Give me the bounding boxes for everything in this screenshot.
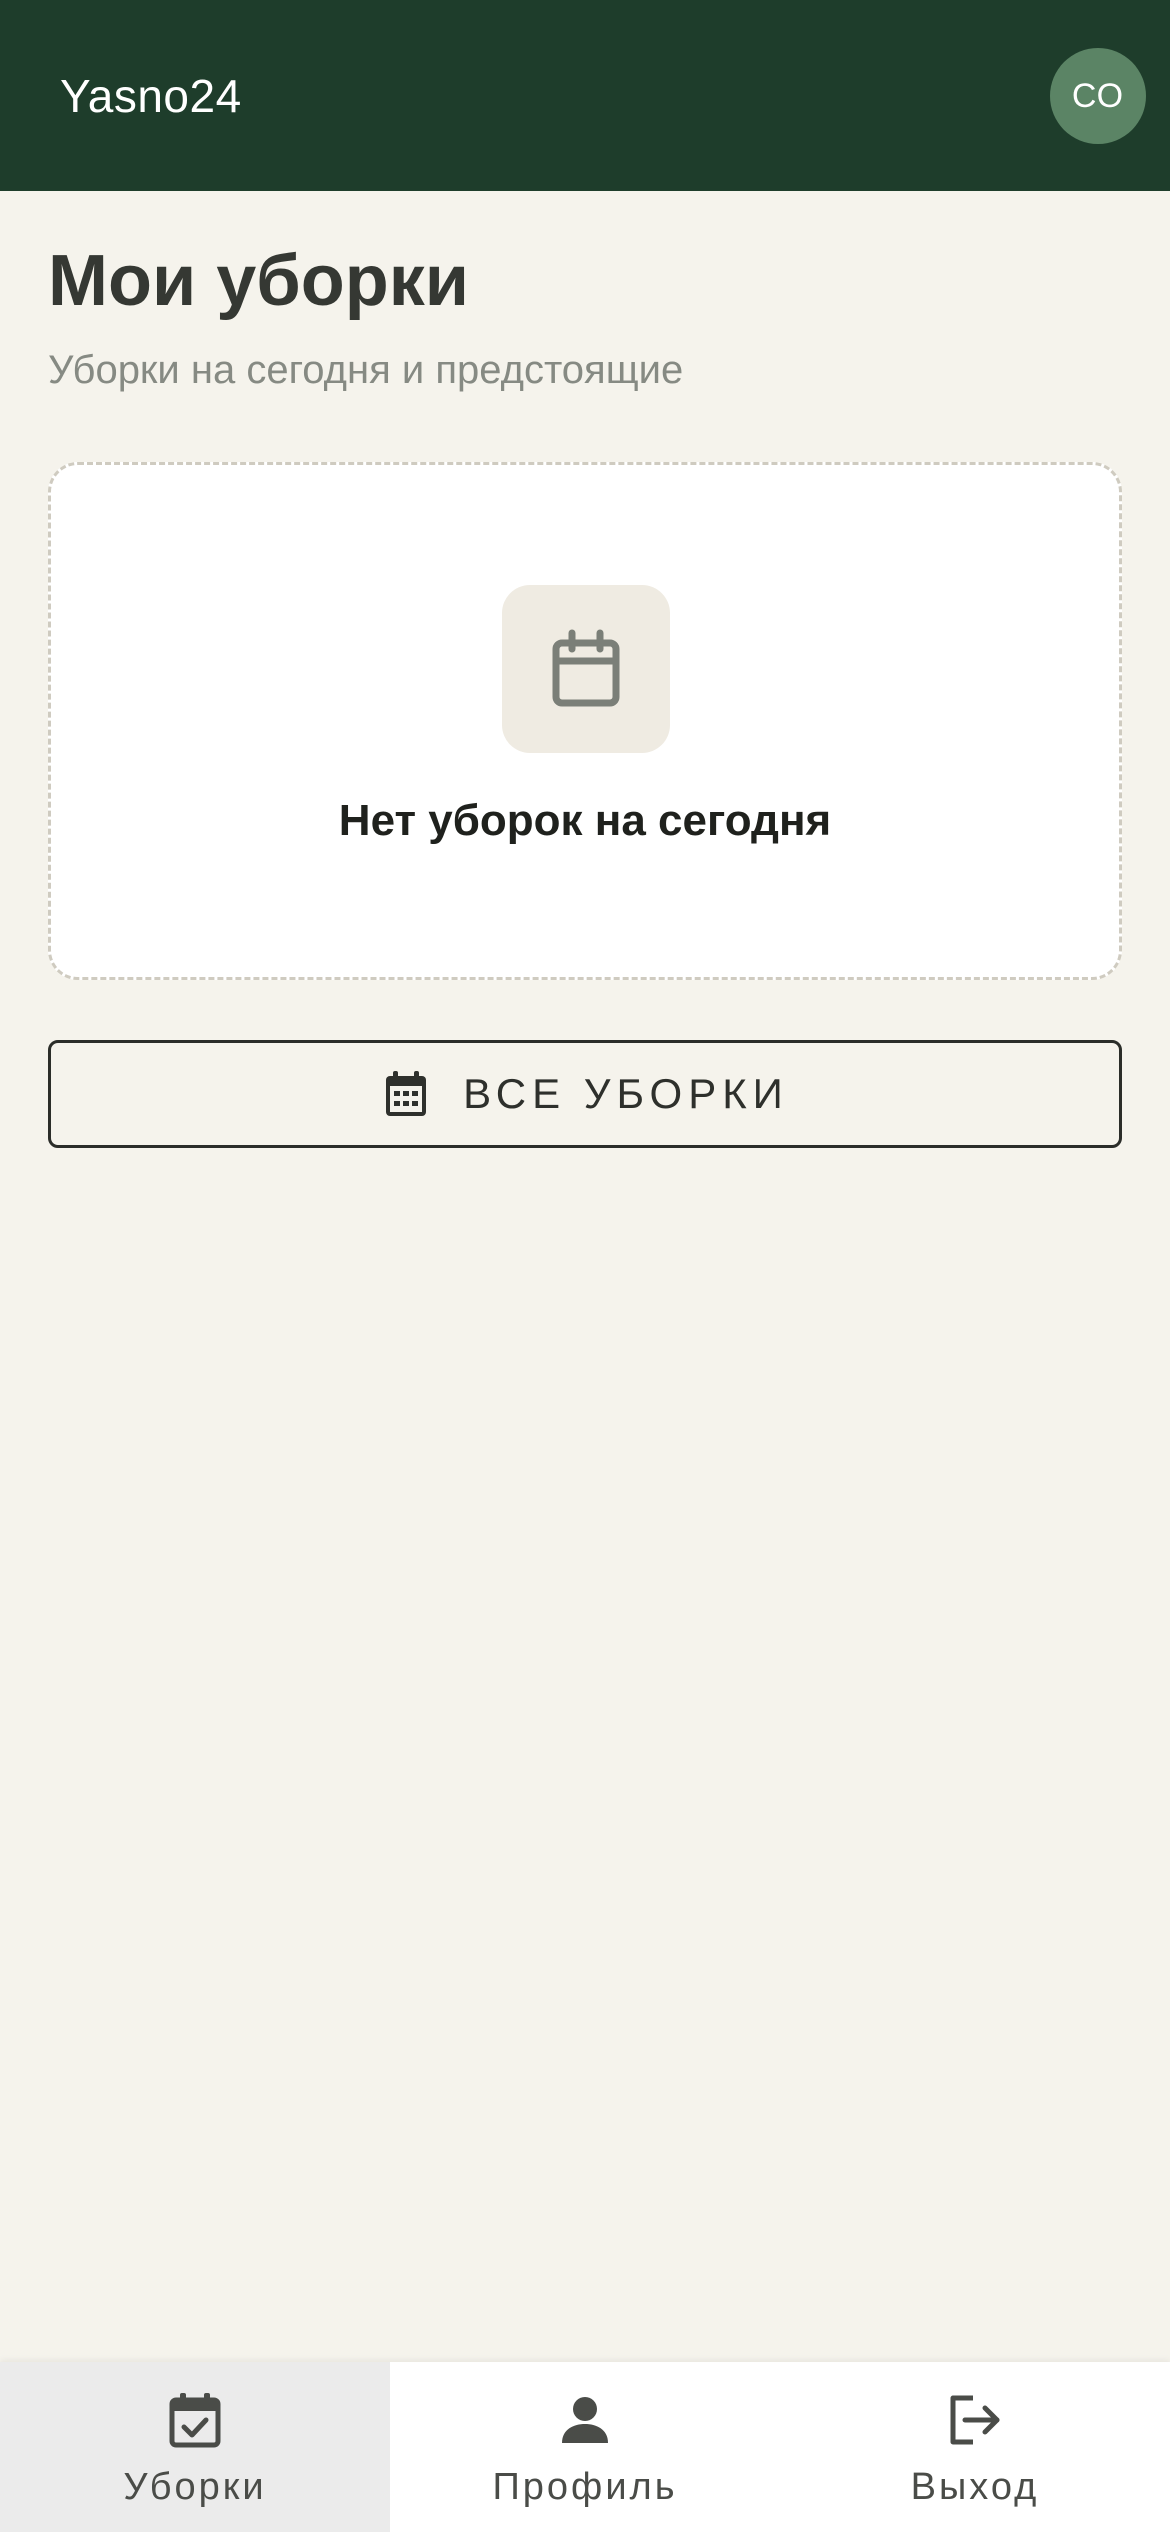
- empty-state-icon-box: [502, 585, 670, 753]
- nav-item-logout[interactable]: Выход: [780, 2362, 1170, 2532]
- nav-item-profile[interactable]: Профиль: [390, 2362, 780, 2532]
- empty-state-card: Нет уборок на сегодня: [48, 462, 1122, 980]
- nav-label-profile: Профиль: [492, 2466, 678, 2508]
- calendar-icon: [552, 629, 620, 707]
- all-cleanings-button[interactable]: ВСЕ УБОРКИ: [48, 1040, 1122, 1148]
- logout-icon: [780, 2390, 1170, 2450]
- nav-item-cleanings[interactable]: Уборки: [0, 2362, 390, 2532]
- user-avatar[interactable]: СО: [1050, 48, 1146, 144]
- nav-label-logout: Выход: [910, 2466, 1040, 2508]
- app-title[interactable]: Yasno24: [60, 66, 242, 126]
- empty-state-message: Нет уборок на сегодня: [338, 796, 832, 845]
- nav-label-cleanings: Уборки: [123, 2466, 267, 2508]
- all-cleanings-button-label: ВСЕ УБОРКИ: [463, 1070, 789, 1117]
- top-app-bar: Yasno24 СО: [0, 0, 1170, 191]
- page-subtitle: Уборки на сегодня и предстоящие: [48, 348, 684, 392]
- calendar-month-icon: [381, 1069, 431, 1119]
- page-title: Мои уборки: [48, 241, 469, 321]
- calendar-check-icon: [0, 2390, 390, 2450]
- bottom-navigation: Уборки Профиль Выход: [0, 2362, 1170, 2532]
- person-icon: [390, 2390, 780, 2450]
